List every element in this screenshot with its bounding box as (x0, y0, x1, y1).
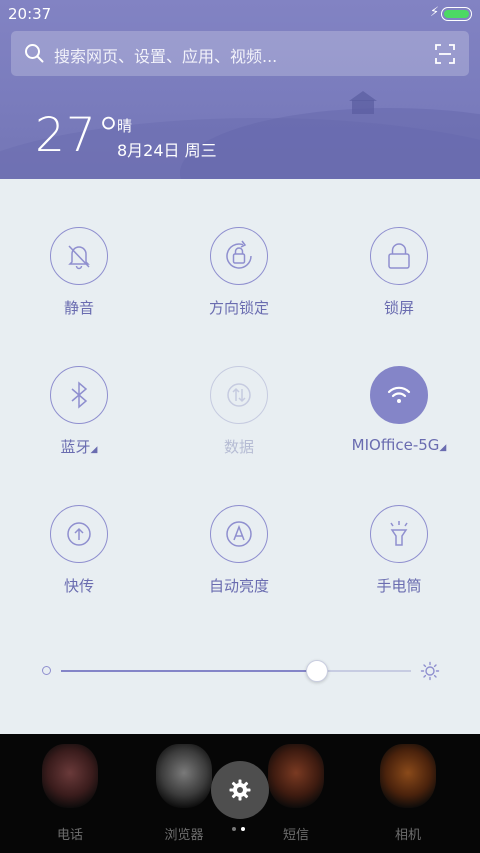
gear-icon (229, 779, 251, 801)
quick-settings-panel: 静音 方向锁定 锁屏 蓝牙◢ 数据 MIOffice-5G◢ 快传 自动亮度 手… (0, 179, 480, 734)
toggle-mute[interactable]: 静音 (0, 227, 160, 337)
toggle-wifi[interactable]: MIOffice-5G◢ (320, 366, 480, 476)
toggle-rotation-lock[interactable]: 方向锁定 (160, 227, 320, 337)
weather-condition: 晴 (117, 117, 133, 135)
messages-app-icon (268, 744, 324, 808)
camera-app-icon (380, 744, 436, 808)
toggle-label: 数据 (223, 438, 254, 456)
toggle-label: 手电筒 (376, 577, 422, 595)
scan-icon[interactable] (434, 43, 456, 65)
toggle-label: 静音 (63, 299, 94, 317)
house-decoration (349, 91, 377, 114)
bluetooth-icon (50, 366, 108, 424)
weather-date: 8月24日 周三 (117, 141, 217, 160)
search-icon (25, 44, 44, 63)
toggle-label: 自动亮度 (208, 577, 269, 595)
toggle-label: 快传 (63, 577, 94, 595)
search-input[interactable]: 搜索网页、设置、应用、视频... (54, 43, 277, 67)
bolt-icon: ⚡ (430, 5, 440, 20)
dock-app-camera[interactable]: 相机 (348, 740, 468, 848)
settings-button[interactable] (211, 761, 269, 819)
brightness-low-icon (42, 666, 51, 675)
wifi-icon (370, 366, 428, 424)
menu-triangle-icon: ◢ (439, 443, 447, 453)
brightness-high-icon (420, 661, 440, 681)
page-indicator (232, 827, 248, 833)
battery-icon (441, 7, 472, 21)
toggle-flashlight[interactable]: 手电筒 (320, 505, 480, 615)
transfer-icon (50, 505, 108, 563)
mobile-data-icon (210, 366, 268, 424)
dock-app-label: 相机 (394, 828, 421, 843)
toggle-transfer[interactable]: 快传 (0, 505, 160, 615)
toggle-bluetooth[interactable]: 蓝牙◢ (0, 366, 160, 476)
page-dot (241, 827, 245, 831)
dock-app-label: 短信 (282, 828, 309, 843)
rotation-lock-icon (210, 227, 268, 285)
temperature[interactable]: 27° (35, 108, 121, 163)
battery-fill (444, 10, 469, 18)
phone-app-icon (42, 744, 98, 808)
auto-brightness-icon (210, 505, 268, 563)
flashlight-icon (370, 505, 428, 563)
brightness-fill (61, 670, 317, 672)
toggle-lock-screen[interactable]: 锁屏 (320, 227, 480, 337)
bell-off-icon (50, 227, 108, 285)
toggle-label-text: 蓝牙 (60, 438, 91, 456)
toggle-label: 方向锁定 (208, 299, 269, 317)
weather-header: 20:37 ⚡ 搜索网页、设置、应用、视频... 27° 晴 8月24日 周三 (0, 0, 480, 179)
brightness-slider[interactable] (42, 656, 442, 686)
menu-triangle-icon: ◢ (90, 445, 98, 455)
page-dot (232, 827, 236, 831)
brightness-thumb[interactable] (305, 660, 328, 682)
dock-app-phone[interactable]: 电话 (10, 740, 130, 848)
status-bar: 20:37 ⚡ (0, 0, 480, 28)
toggle-label: 锁屏 (383, 299, 414, 317)
browser-app-icon (156, 744, 212, 808)
toggle-mobile-data[interactable]: 数据 (160, 366, 320, 476)
dock-app-label: 电话 (56, 828, 83, 843)
lock-icon (370, 227, 428, 285)
search-bar[interactable]: 搜索网页、设置、应用、视频... (11, 31, 469, 76)
toggle-auto-brightness[interactable]: 自动亮度 (160, 505, 320, 615)
brightness-track[interactable] (61, 660, 411, 682)
toggle-label: 蓝牙◢ (0, 436, 158, 457)
toggle-label-text: MIOffice-5G (351, 436, 440, 454)
toggle-label: MIOffice-5G◢ (320, 436, 478, 454)
status-time: 20:37 (8, 5, 52, 23)
dock-app-label: 浏览器 (164, 828, 204, 843)
